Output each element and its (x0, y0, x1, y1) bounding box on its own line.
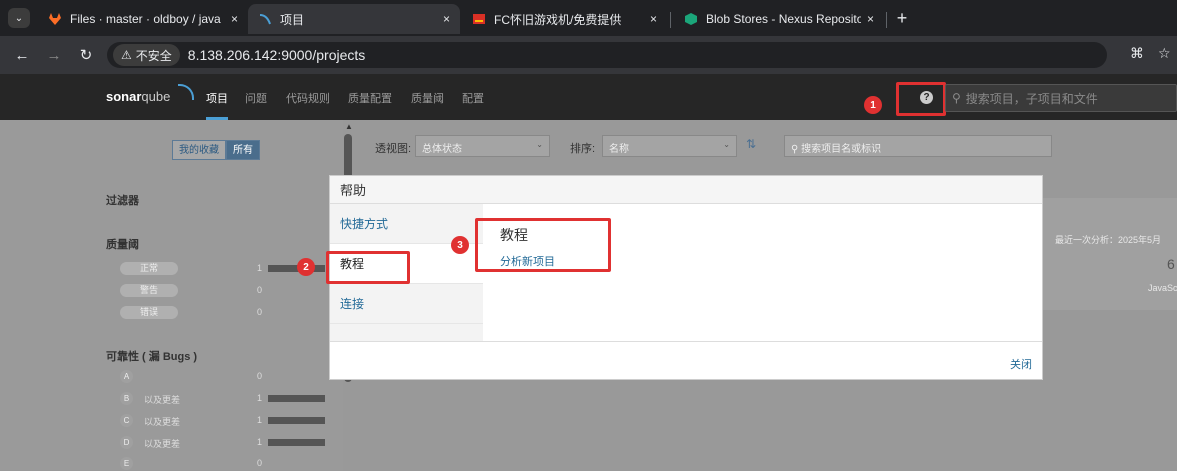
help-highlight-box (896, 82, 946, 116)
forward-icon[interactable]: → (44, 45, 64, 65)
back-icon[interactable]: ← (12, 45, 32, 65)
quality-gate-error-option[interactable]: 错误 (120, 306, 178, 319)
warning-icon: ⚠ (121, 48, 132, 62)
quality-gate-warn-option[interactable]: 警告 (120, 284, 178, 297)
annotation-badge-1: 1 (864, 96, 882, 114)
game-site-icon (473, 14, 485, 24)
global-search-placeholder: 搜索项目，子项目和文件 (965, 91, 1098, 106)
new-tab-button[interactable]: + (891, 6, 913, 30)
chevron-down-icon: ⌄ (536, 140, 543, 149)
tab-close-icon[interactable]: × (231, 12, 238, 26)
favorites-button[interactable]: 我的收藏 (172, 140, 226, 160)
facet-count: 1 (257, 437, 263, 447)
site-security-chip[interactable]: ⚠ 不安全 (113, 44, 180, 66)
reload-icon[interactable]: ↻ (76, 45, 96, 65)
facet-count: 0 (257, 371, 263, 381)
sort-order-icon[interactable]: ⇅ (746, 137, 756, 151)
perspective-label: 透视图: (375, 143, 412, 155)
insecure-label: 不安全 (135, 48, 172, 63)
project-language: JavaSc (1148, 283, 1177, 293)
grade-label: 以及更差 (144, 417, 181, 427)
help-menu-links[interactable]: 连接 (330, 284, 483, 324)
tab-separator (670, 12, 671, 28)
facet-bar (268, 395, 325, 402)
grade-label: 以及更差 (144, 395, 181, 405)
modal-footer: 关闭 (330, 341, 1042, 379)
quality-gate-facet-title: 质量阈 (106, 239, 139, 251)
bookmark-star-icon[interactable]: ☆ (1158, 45, 1171, 62)
tab-title: 项目 (280, 12, 305, 27)
nav-issues[interactable]: 问题 (245, 90, 267, 106)
tab-title: FC怀旧游戏机/免费提供 (494, 12, 622, 27)
annotation-badge-2: 2 (297, 258, 315, 276)
tab-search-menu-button[interactable]: ⌄ (8, 8, 30, 28)
nav-quality-gates[interactable]: 质量阈 (411, 90, 444, 106)
reliability-facet-title: 可靠性 ( 漏 Bugs ) (106, 351, 198, 363)
facet-bar (268, 439, 325, 446)
sort-label: 排序: (570, 143, 596, 155)
modal-close-button[interactable]: 关闭 (1010, 356, 1032, 372)
search-icon: ⚲ (952, 91, 961, 105)
project-search-input[interactable]: ⚲ 搜索项目名或标识 (784, 135, 1052, 157)
filters-title: 过滤器 (106, 195, 139, 207)
tab-close-icon[interactable]: × (650, 12, 657, 26)
tab-separator (886, 12, 887, 28)
scroll-up-arrow-icon[interactable]: ▲ (345, 122, 353, 131)
project-metric-value: 6 (1167, 256, 1175, 272)
sonarqube-icon (259, 14, 271, 25)
facet-count: 1 (257, 263, 263, 273)
nav-administration[interactable]: 配置 (462, 90, 484, 106)
help-modal: 帮助 快捷方式 教程 连接 教程 分析新项目 关闭 (329, 175, 1043, 380)
address-bar[interactable]: ⚠ 不安全 8.138.206.142:9000/projects (107, 42, 1107, 68)
sort-select[interactable]: 名称 ⌄ (602, 135, 737, 157)
perspective-select[interactable]: 总体状态 ⌄ (415, 135, 550, 157)
gitlab-icon (49, 13, 61, 25)
nav-rules[interactable]: 代码规则 (286, 90, 330, 106)
grade-a-badge[interactable]: A (120, 370, 133, 383)
tab-gitlab-files[interactable]: Files · master · oldboy / java × (38, 4, 248, 34)
url-text: 8.138.206.142:9000/projects (187, 47, 366, 63)
tab-projects[interactable]: 项目 × (248, 4, 460, 34)
filters-sidebar: 我的收藏 所有 过滤器 质量阈 正常 1 警告 0 错误 0 可靠性 ( 漏 B… (0, 120, 343, 471)
global-search-input[interactable]: ⚲ 搜索项目，子项目和文件 (945, 84, 1177, 112)
facet-count: 0 (257, 285, 263, 295)
browser-tab-bar: ⌄ Files · master · oldboy / java × 项目 × … (0, 0, 1177, 36)
nav-quality-profiles[interactable]: 质量配置 (348, 90, 392, 106)
facet-count: 1 (257, 393, 263, 403)
tab-title: Files · master · oldboy / java (70, 12, 221, 26)
grade-c-badge[interactable]: C (120, 414, 133, 427)
project-last-analysis: 最近一次分析：2025年5月 (1055, 235, 1162, 245)
modal-title: 帮助 (330, 176, 1042, 204)
tab-nexus-blob-stores[interactable]: Blob Stores - Nexus Reposito × (674, 4, 884, 34)
browser-toolbar: ← → ↻ ⚠ 不安全 8.138.206.142:9000/projects … (0, 36, 1177, 74)
tab-close-icon[interactable]: × (867, 12, 874, 26)
favorites-toggle: 我的收藏 所有 (172, 140, 260, 160)
tutorial-content-highlight-box (475, 218, 611, 272)
sonarqube-logo-wave-icon (178, 84, 194, 100)
facet-count: 1 (257, 415, 263, 425)
nexus-icon (685, 13, 697, 25)
tab-close-icon[interactable]: × (443, 12, 450, 26)
chevron-down-icon: ⌄ (723, 140, 730, 149)
grade-e-badge[interactable]: E (120, 457, 133, 470)
all-button[interactable]: 所有 (226, 140, 260, 160)
tab-fc-games[interactable]: FC怀旧游戏机/免费提供 × (462, 4, 667, 34)
translate-icon[interactable]: ⌘ (1130, 45, 1144, 62)
facet-count: 0 (257, 307, 263, 317)
grade-b-badge[interactable]: B (120, 392, 133, 405)
search-icon: ⚲ (791, 144, 802, 155)
facet-bar (268, 417, 325, 424)
project-card[interactable] (1043, 198, 1177, 310)
grade-d-badge[interactable]: D (120, 436, 133, 449)
tutorial-highlight-box (326, 251, 410, 284)
quality-gate-ok-option[interactable]: 正常 (120, 262, 178, 275)
nav-projects[interactable]: 项目 (206, 90, 228, 120)
grade-label: 以及更差 (144, 439, 181, 449)
annotation-badge-3: 3 (451, 236, 469, 254)
tab-title: Blob Stores - Nexus Reposito (706, 12, 861, 26)
facet-count: 0 (257, 458, 263, 468)
sonarqube-logo[interactable]: sonarqube (106, 89, 170, 104)
